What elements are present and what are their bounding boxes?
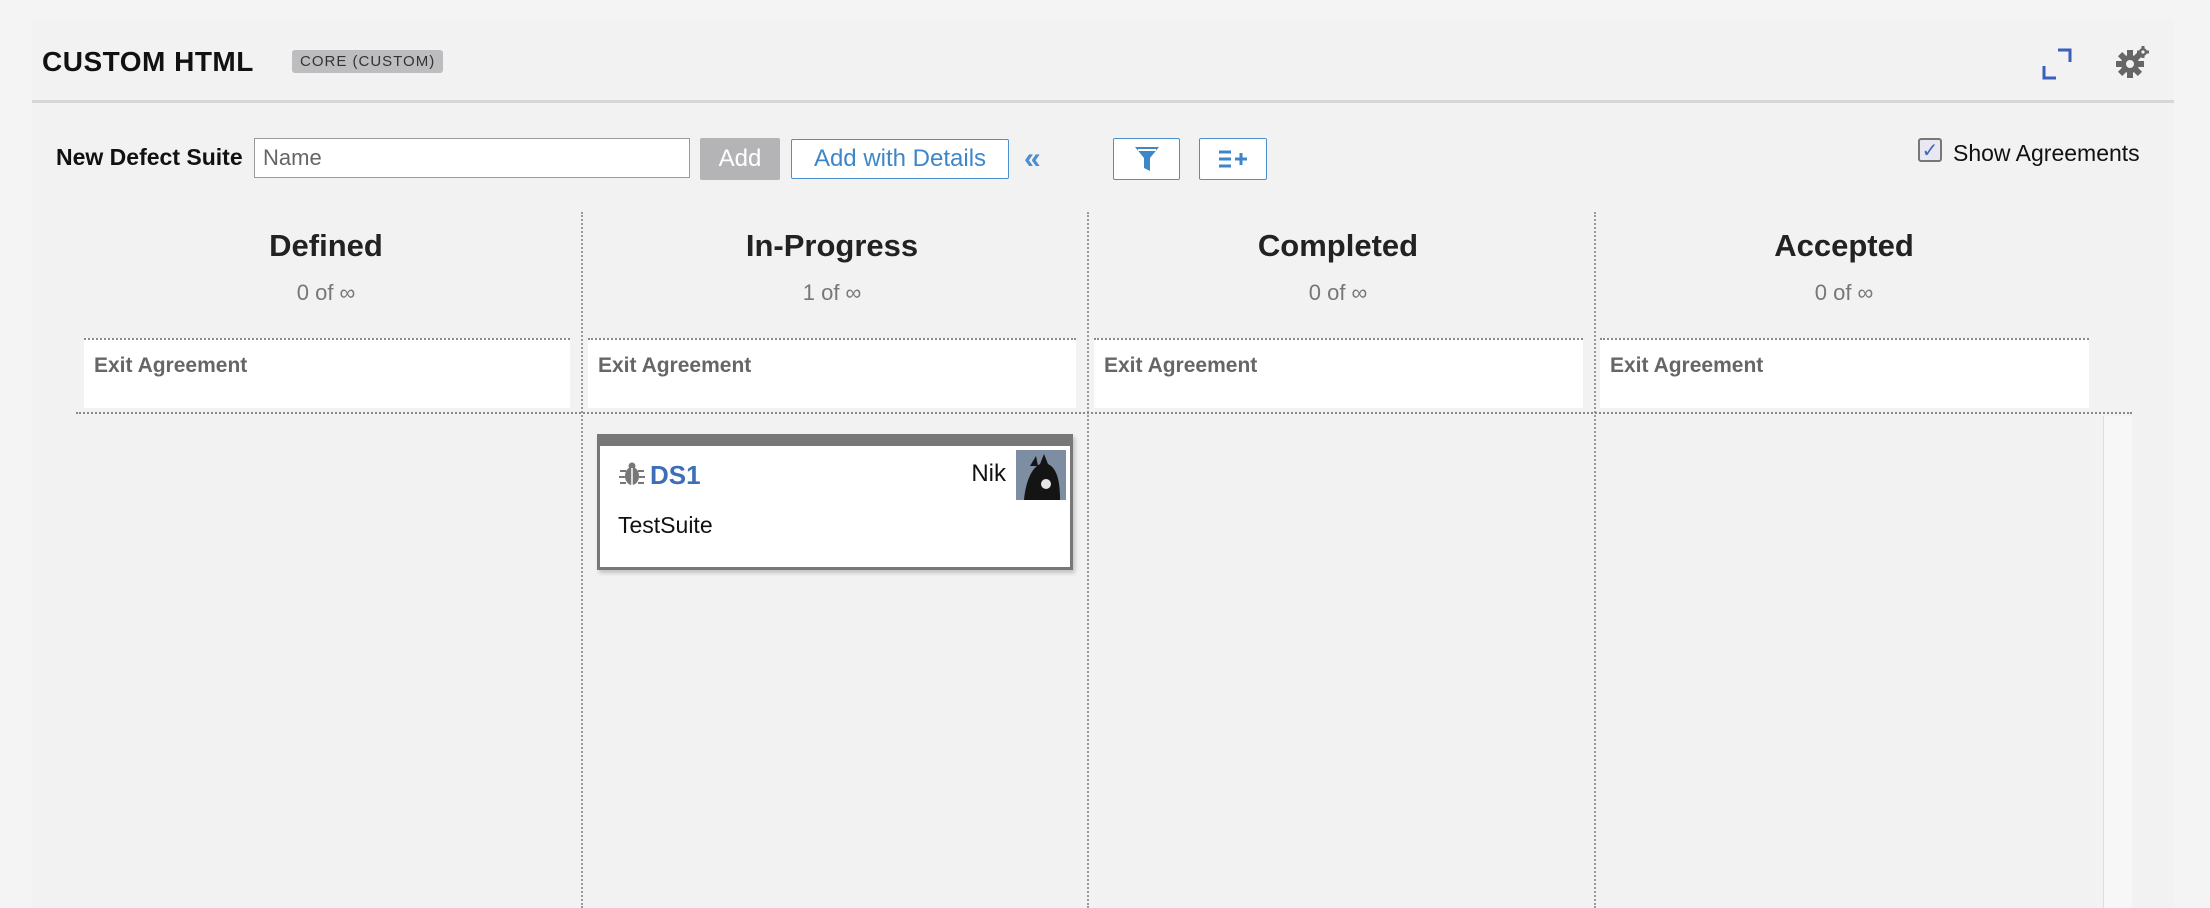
- avatar: [1016, 450, 1066, 500]
- exit-agreement-label: Exit Agreement: [1610, 354, 1764, 377]
- fields-button[interactable]: [1199, 138, 1267, 180]
- filter-icon: [1134, 147, 1159, 171]
- exit-agreement-label: Exit Agreement: [1104, 354, 1258, 377]
- column-header-in-progress: In-Progress 1 of ∞: [592, 228, 1072, 306]
- exit-agreement-label: Exit Agreement: [598, 354, 752, 377]
- page-title: CUSTOM HTML: [42, 46, 254, 77]
- add-with-details-button[interactable]: Add with Details: [791, 139, 1009, 179]
- exit-agreement-defined[interactable]: Exit Agreement: [84, 338, 570, 408]
- panel-header: CUSTOM HTML CORE (CUSTOM): [32, 20, 2174, 103]
- defect-suite-card[interactable]: DS1 Nik TestSuite: [597, 434, 1073, 570]
- column-title: Accepted: [1774, 228, 1914, 263]
- defect-suite-icon: [619, 462, 645, 485]
- column-count: 1 of ∞: [802, 280, 862, 305]
- show-agreements-checkbox[interactable]: ✓: [1918, 138, 1942, 162]
- column-header-accepted: Accepted 0 of ∞: [1604, 228, 2084, 306]
- add-button[interactable]: Add: [700, 138, 780, 180]
- column-title: Defined: [269, 228, 383, 263]
- column-divider: [581, 212, 583, 908]
- show-agreements-label: Show Agreements: [1953, 140, 2140, 166]
- column-header-completed: Completed 0 of ∞: [1098, 228, 1578, 306]
- new-defect-suite-label: New Defect Suite: [56, 144, 243, 170]
- list-add-icon: [1219, 150, 1247, 168]
- name-input[interactable]: [254, 138, 690, 178]
- exit-agreement-accepted[interactable]: Exit Agreement: [1600, 338, 2089, 408]
- double-chevron-left-icon[interactable]: «: [1024, 144, 1048, 176]
- card-id-link[interactable]: DS1: [650, 460, 701, 491]
- column-divider: [1594, 212, 1596, 908]
- exit-agreement-label: Exit Agreement: [94, 354, 248, 377]
- gear-icon[interactable]: [2114, 44, 2150, 80]
- column-header-defined: Defined 0 of ∞: [86, 228, 566, 306]
- card-owner: Nik: [971, 460, 1006, 487]
- filter-button[interactable]: [1113, 138, 1180, 180]
- column-title: In-Progress: [745, 228, 919, 263]
- expand-icon[interactable]: [2042, 48, 2072, 80]
- vertical-scrollbar[interactable]: [2103, 416, 2132, 908]
- column-count: 0 of ∞: [296, 280, 356, 305]
- column-title: Completed: [1257, 228, 1419, 263]
- exit-agreement-completed[interactable]: Exit Agreement: [1094, 338, 1583, 408]
- type-badge: CORE (CUSTOM): [292, 50, 444, 73]
- column-count: 0 of ∞: [1814, 280, 1874, 305]
- exit-agreement-in-progress[interactable]: Exit Agreement: [588, 338, 1076, 408]
- column-divider: [1087, 212, 1089, 908]
- column-count: 0 of ∞: [1308, 280, 1368, 305]
- board-divider: [76, 412, 2132, 414]
- card-name: TestSuite: [618, 512, 713, 538]
